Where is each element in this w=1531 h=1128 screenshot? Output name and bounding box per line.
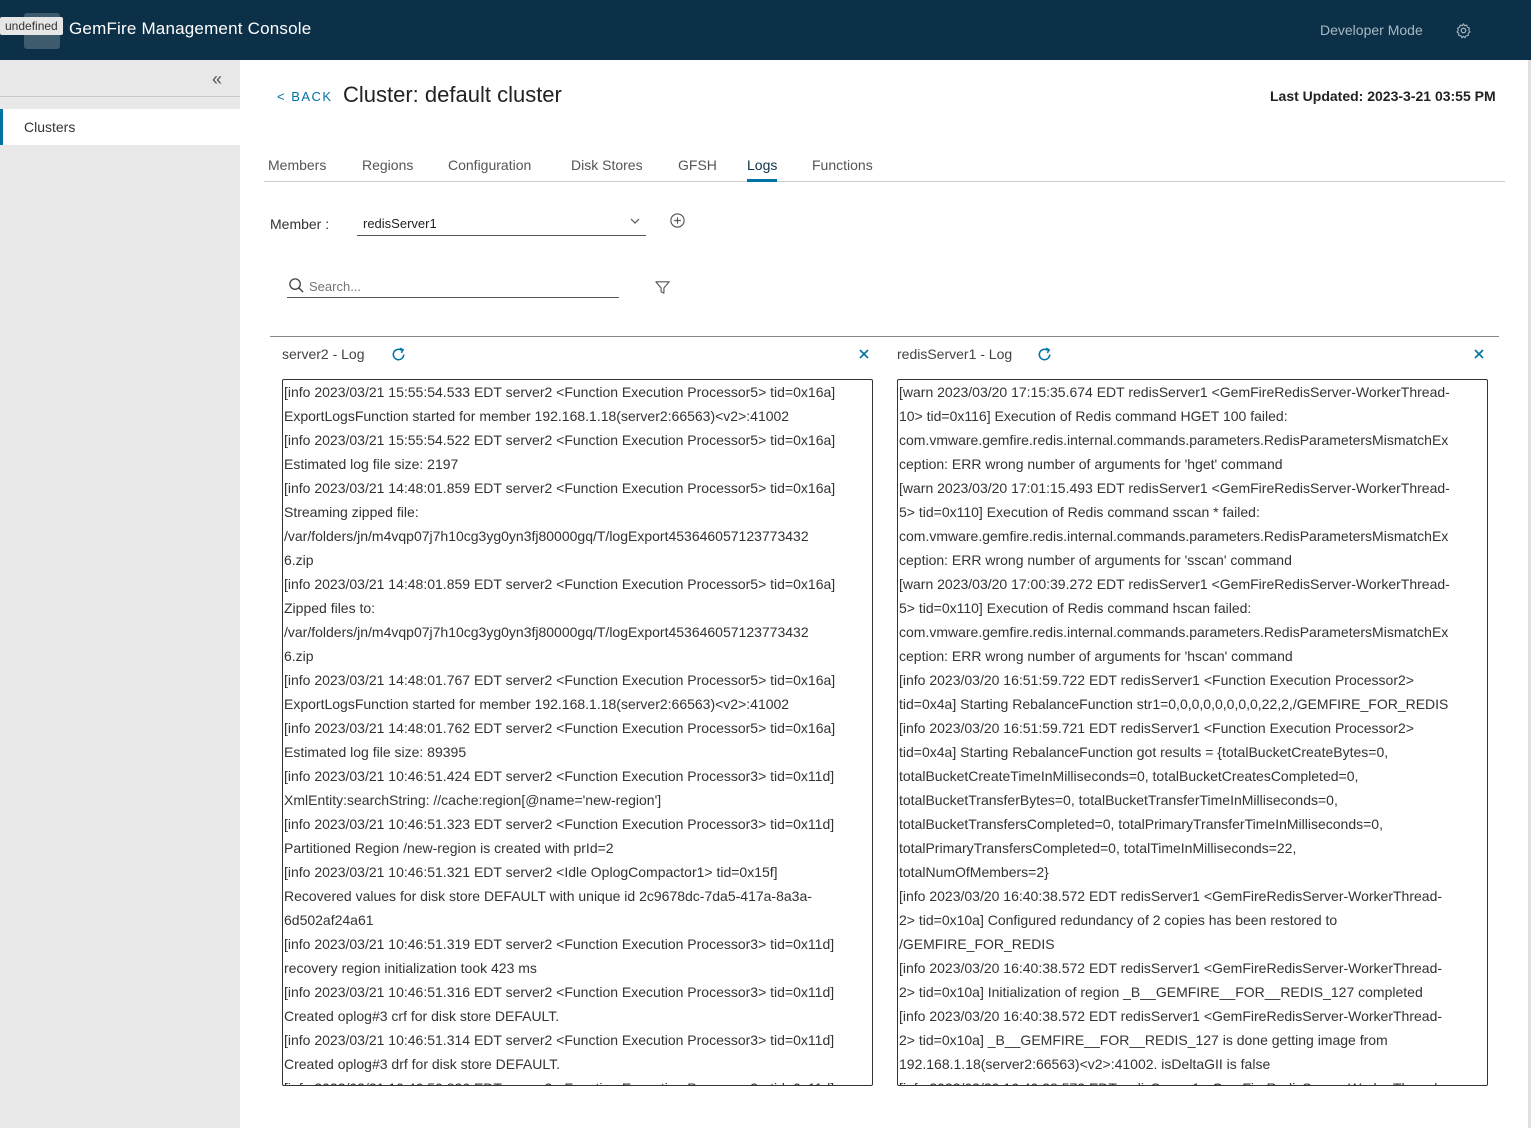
- tab-gfsh[interactable]: GFSH: [678, 157, 717, 173]
- log-line: [info 2023/03/21 10:46:51.323 EDT server…: [284, 816, 835, 832]
- log-line: [info 2023/03/21 10:46:51.319 EDT server…: [284, 936, 835, 952]
- member-select[interactable]: redisServer1: [357, 208, 646, 236]
- tab-logs[interactable]: Logs: [747, 157, 778, 182]
- log-line: [info 2023/03/21 14:48:01.762 EDT server…: [284, 720, 836, 736]
- log-line: totalPrimaryTransfersCompleted=0, totalT…: [899, 840, 1297, 856]
- log-line: com.vmware.gemfire.redis.internal.comman…: [899, 528, 1449, 544]
- log-line: ception: ERR wrong number of arguments f…: [899, 456, 1283, 472]
- log-line: totalBucketTransfersCompleted=0, totalPr…: [899, 816, 1383, 832]
- close-icon[interactable]: [857, 347, 871, 361]
- log-output[interactable]: [info 2023/03/21 15:55:54.533 EDT server…: [282, 379, 873, 1086]
- panel-title: server2 - Log: [282, 346, 365, 362]
- log-line: [info 2023/03/20 16:51:59.722 EDT redisS…: [899, 672, 1414, 688]
- log-line: 2> tid=0x10a] Initialization of region _…: [899, 984, 1423, 1000]
- log-line: 5> tid=0x110] Execution of Redis command…: [899, 600, 1252, 616]
- log-line: [info 2023/03/20 16:40:38.572 EDT redisS…: [899, 888, 1443, 904]
- log-line: /var/folders/jn/m4vqp07j7h10cg3yg0yn3fj8…: [284, 624, 809, 640]
- panel-title: redisServer1 - Log: [897, 346, 1013, 362]
- log-line: com.vmware.gemfire.redis.internal.comman…: [899, 624, 1449, 640]
- tab-functions[interactable]: Functions: [812, 157, 873, 173]
- log-line: /var/folders/jn/m4vqp07j7h10cg3yg0yn3fj8…: [284, 528, 809, 544]
- chevron-down-icon: [630, 218, 640, 224]
- log-line: 2> tid=0x10a] Configured redundancy of 2…: [899, 912, 1338, 928]
- log-line: [info 2023/03/21 10:46:51.316 EDT server…: [284, 984, 835, 1000]
- sidebar-divider: [0, 96, 240, 97]
- log-line: 192.168.1.18(server2:66563)<v2>:41002. i…: [899, 1056, 1271, 1072]
- log-line: [info 2023/03/21 10:46:51.424 EDT server…: [284, 768, 835, 784]
- log-line: 2> tid=0x10a] _B__GEMFIRE__FOR__REDIS_12…: [899, 1032, 1388, 1048]
- log-line: tid=0x4a] Starting RebalanceFunction got…: [899, 744, 1389, 760]
- log-line: Streaming zipped file:: [284, 504, 419, 520]
- search-icon: [289, 278, 304, 293]
- search-box: [287, 276, 619, 298]
- sidebar-item-clusters[interactable]: Clusters: [0, 109, 240, 145]
- log-line: 6.zip: [284, 552, 314, 568]
- add-circle-icon[interactable]: [669, 212, 686, 229]
- log-line: [info 2023/03/20 16:40:38.572 EDT redisS…: [899, 960, 1443, 976]
- log-line: [info 2023/03/21 14:48:01.859 EDT server…: [284, 480, 836, 496]
- developer-mode-link[interactable]: Developer Mode: [1320, 22, 1423, 38]
- log-line: Partitioned Region /new-region is create…: [284, 840, 614, 856]
- log-line: ception: ERR wrong number of arguments f…: [899, 648, 1293, 664]
- log-line: ExportLogsFunction started for member 19…: [284, 696, 790, 712]
- log-line: /GEMFIRE_FOR_REDIS: [899, 936, 1055, 952]
- log-line: ExportLogsFunction started for member 19…: [284, 408, 790, 424]
- tab-configuration[interactable]: Configuration: [448, 157, 531, 173]
- undefined-badge: undefined: [0, 17, 63, 35]
- page-title: Cluster: default cluster: [343, 82, 562, 107]
- log-line: ception: ERR wrong number of arguments f…: [899, 552, 1292, 568]
- filter-icon[interactable]: [654, 279, 671, 296]
- member-selected-value: redisServer1: [363, 216, 437, 231]
- log-line: Created oplog#3 crf for disk store DEFAU…: [284, 1008, 560, 1024]
- log-line: [info 2023/03/20 16:51:59.721 EDT redisS…: [899, 720, 1414, 736]
- log-output[interactable]: [warn 2023/03/20 17:15:35.674 EDT redisS…: [897, 379, 1488, 1086]
- log-line: [info 2023/03/21 15:55:54.533 EDT server…: [284, 384, 836, 400]
- log-line: totalNumOfMembers=2}: [899, 864, 1049, 880]
- log-line: com.vmware.gemfire.redis.internal.comman…: [899, 432, 1449, 448]
- back-button[interactable]: < BACK: [277, 89, 333, 104]
- log-line: [info 2023/03/21 10:46:51.314 EDT server…: [284, 1032, 835, 1048]
- log-line: Created oplog#3 drf for disk store DEFAU…: [284, 1056, 560, 1072]
- sidebar-item-label: Clusters: [24, 119, 76, 135]
- panel-divider: [270, 336, 1499, 337]
- member-label: Member :: [270, 216, 330, 232]
- log-line: 10> tid=0x116] Execution of Redis comman…: [899, 408, 1288, 424]
- log-line: Recovered values for disk store DEFAULT …: [284, 888, 812, 904]
- log-line: XmlEntity:searchString: //cache:region[@…: [284, 792, 662, 808]
- app-title: GemFire Management Console: [69, 19, 312, 38]
- log-line: recovery region initialization took 423 …: [284, 960, 537, 976]
- log-line: [info 2023/03/21 15:55:54.522 EDT server…: [284, 432, 836, 448]
- search-input[interactable]: [309, 276, 614, 296]
- log-line: totalBucketCreateTimeInMilliseconds=0, t…: [899, 768, 1359, 784]
- log-line: [info 2023/03/20 16:40:38.572 EDT redisS…: [898, 1076, 1487, 1085]
- log-line: 6.zip: [284, 648, 314, 664]
- log-line: [info 2023/03/21 10:46:51.321 EDT server…: [284, 864, 778, 880]
- log-line: Zipped files to:: [284, 600, 376, 616]
- log-line: [info 2023/03/20 16:40:38.572 EDT redisS…: [899, 1008, 1443, 1024]
- log-line: [info 2023/03/21 10:46:50.826 EDT server…: [283, 1076, 872, 1085]
- tab-disk-stores[interactable]: Disk Stores: [571, 157, 643, 173]
- log-line: [warn 2023/03/20 17:01:15.493 EDT redisS…: [899, 480, 1450, 496]
- log-line: [info 2023/03/21 14:48:01.859 EDT server…: [284, 576, 836, 592]
- log-line: [warn 2023/03/20 17:15:35.674 EDT redisS…: [899, 384, 1450, 400]
- log-line: [warn 2023/03/20 17:00:39.272 EDT redisS…: [899, 576, 1450, 592]
- close-icon[interactable]: [1472, 347, 1486, 361]
- log-line: 5> tid=0x110] Execution of Redis command…: [899, 504, 1260, 520]
- refresh-icon[interactable]: [1036, 346, 1053, 363]
- tab-regions[interactable]: Regions: [362, 157, 413, 173]
- refresh-icon[interactable]: [390, 346, 407, 363]
- log-line: 6d502af24a61: [284, 912, 374, 928]
- collapse-sidebar-icon[interactable]: «: [212, 69, 222, 90]
- log-line: Estimated log file size: 89395: [284, 744, 467, 760]
- log-line: totalBucketTransferBytes=0, totalBucketT…: [899, 792, 1338, 808]
- tab-members[interactable]: Members: [268, 157, 326, 173]
- gear-icon[interactable]: [1455, 22, 1472, 39]
- top-header: undefined GemFire Management Console Dev…: [0, 0, 1531, 60]
- last-updated: Last Updated: 2023-3-21 03:55 PM: [1270, 88, 1496, 104]
- log-line: tid=0x4a] Starting RebalanceFunction str…: [899, 696, 1449, 712]
- sidebar: « Clusters: [0, 60, 240, 1128]
- tab-bar: Members Regions Configuration Disk Store…: [264, 148, 1505, 182]
- log-line: Estimated log file size: 2197: [284, 456, 459, 472]
- log-line: [info 2023/03/21 14:48:01.767 EDT server…: [284, 672, 836, 688]
